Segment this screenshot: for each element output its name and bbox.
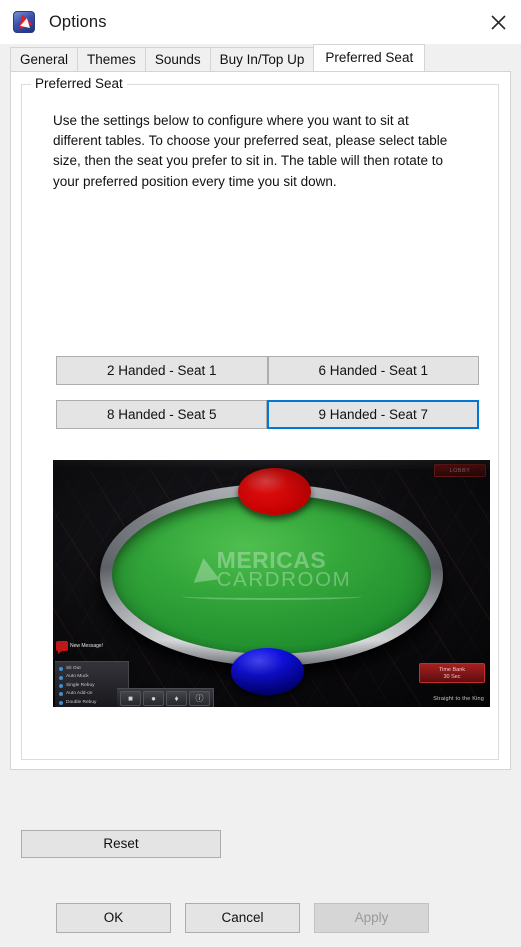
close-icon[interactable] <box>475 0 521 44</box>
seat-button-grid: 2 Handed - Seat 1 6 Handed - Seat 1 8 Ha… <box>56 356 479 444</box>
seat-button-8-handed[interactable]: 8 Handed - Seat 5 <box>56 400 268 429</box>
dialog-footer: OK Cancel Apply <box>0 889 521 947</box>
table-option[interactable]: Single Rebuy <box>59 682 125 690</box>
reset-button[interactable]: Reset <box>21 830 221 858</box>
poker-table-preview[interactable]: LOBBY MERICAS CARDROOM <box>53 460 490 707</box>
ok-button[interactable]: OK <box>56 903 171 933</box>
new-message-badge[interactable]: New Message! <box>56 641 104 654</box>
table-option[interactable]: Auto Add-on <box>59 690 125 698</box>
checkbox-icon <box>59 667 63 672</box>
cancel-button[interactable]: Cancel <box>185 903 300 933</box>
time-bank-value: 30 Sec <box>443 674 461 680</box>
seat-button-row-1: 2 Handed - Seat 1 6 Handed - Seat 1 <box>56 356 479 385</box>
table-toolbar: ■ ● ♦ ⓘ <box>117 688 214 707</box>
checkbox-icon <box>59 675 63 680</box>
seat-button-row-2: 8 Handed - Seat 5 9 Handed - Seat 7 <box>56 400 479 429</box>
table-option-label: Sit Out <box>66 666 81 671</box>
checkbox-icon <box>59 683 63 688</box>
table-option[interactable]: Sit Out <box>59 665 125 673</box>
options-dialog: Options General Themes Sounds Buy In/Top… <box>0 0 521 947</box>
checkbox-icon <box>59 692 63 697</box>
tab-themes[interactable]: Themes <box>77 47 146 71</box>
description-text: Use the settings below to configure wher… <box>53 113 448 189</box>
cards-icon[interactable]: ♦ <box>166 690 187 706</box>
table-option-label: Auto Muck <box>66 674 89 680</box>
title-bar: Options <box>0 0 521 44</box>
window-title: Options <box>49 12 107 31</box>
table-option[interactable]: Double Rebuy <box>59 699 125 707</box>
chat-icon[interactable]: ● <box>143 690 164 706</box>
acr-star-icon <box>13 11 35 33</box>
tab-buy-in-top-up[interactable]: Buy In/Top Up <box>209 47 315 71</box>
tagline: Straight to the King <box>433 696 484 702</box>
time-bank-button[interactable]: Time Bank 30 Sec <box>419 663 485 683</box>
chat-bubble-icon <box>56 641 68 654</box>
seat-button-6-handed[interactable]: 6 Handed - Seat 1 <box>267 356 479 385</box>
note-icon[interactable]: ■ <box>120 690 141 706</box>
tab-general[interactable]: General <box>10 47 79 71</box>
table-option-label: Auto Add-on <box>66 691 93 697</box>
tab-preferred-seat[interactable]: Preferred Seat <box>313 44 426 71</box>
table-option-label: Double Rebuy <box>66 699 97 705</box>
new-message-label: New Message! <box>70 643 104 649</box>
checkbox-icon <box>59 700 63 705</box>
seat-button-2-handed[interactable]: 2 Handed - Seat 1 <box>56 356 268 385</box>
time-bank-label: Time Bank <box>438 667 466 673</box>
info-icon[interactable]: ⓘ <box>189 690 210 706</box>
group-legend: Preferred Seat <box>31 76 127 91</box>
table-option-label: Single Rebuy <box>66 682 95 688</box>
preferred-seat-group: Preferred Seat Use the settings below to… <box>21 76 499 760</box>
tab-panel-preferred-seat: Preferred Seat Use the settings below to… <box>10 71 511 770</box>
seat-button-9-handed[interactable]: 9 Handed - Seat 7 <box>267 400 479 429</box>
apply-button: Apply <box>314 903 429 933</box>
tab-sounds[interactable]: Sounds <box>144 47 211 71</box>
table-option[interactable]: Auto Muck <box>59 673 125 681</box>
tab-strip: General Themes Sounds Buy In/Top Up Pref… <box>0 44 521 71</box>
